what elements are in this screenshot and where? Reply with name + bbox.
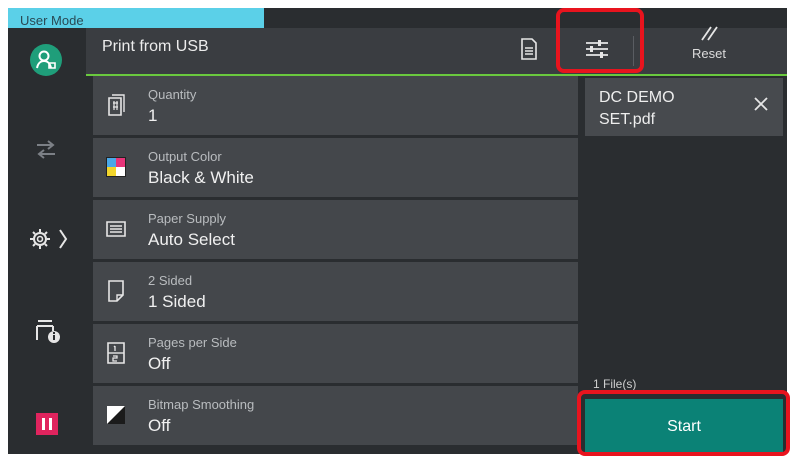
page-title: Print from USB bbox=[102, 38, 209, 55]
quantity-icon bbox=[105, 94, 127, 116]
stop-button[interactable] bbox=[34, 411, 60, 437]
user-icon bbox=[30, 44, 62, 76]
highlight-start-button bbox=[577, 390, 790, 456]
remove-file-button[interactable] bbox=[747, 90, 775, 118]
document-icon bbox=[521, 38, 537, 60]
setting-label: Pages per Side bbox=[148, 335, 237, 350]
setting-label: Output Color bbox=[148, 149, 222, 164]
printer-info-button[interactable] bbox=[30, 314, 66, 348]
setting-value: Off bbox=[148, 416, 171, 435]
device-screen: User Mode Print from USB Reset Quantity … bbox=[8, 8, 787, 454]
setting-label: Paper Supply bbox=[148, 211, 227, 226]
selected-file-card[interactable]: DC DEMO SET.pdf bbox=[585, 78, 783, 136]
preview-document-button[interactable] bbox=[514, 34, 544, 64]
close-icon bbox=[754, 97, 768, 111]
setting-row-pages-per-side[interactable]: Pages per Side Off bbox=[93, 324, 578, 383]
reset-label: Reset bbox=[692, 46, 726, 61]
setting-row-output-color[interactable]: Output Color Black & White bbox=[93, 138, 578, 197]
two-sided-icon bbox=[105, 280, 127, 302]
user-button[interactable] bbox=[28, 42, 64, 78]
stop-icon bbox=[36, 413, 58, 435]
bitmap-smoothing-icon bbox=[105, 404, 127, 426]
user-mode-label: User Mode bbox=[20, 13, 84, 28]
setting-label: Quantity bbox=[148, 87, 197, 102]
setting-value: Off bbox=[148, 354, 171, 373]
printer-info-icon bbox=[36, 320, 60, 343]
setting-value: Auto Select bbox=[148, 230, 235, 249]
job-flow-button[interactable] bbox=[30, 134, 62, 166]
setting-row-two-sided[interactable]: 2 Sided 1 Sided bbox=[93, 262, 578, 321]
setting-row-bitmap-smoothing[interactable]: Bitmap Smoothing Off bbox=[93, 386, 578, 445]
device-settings-icon bbox=[30, 229, 68, 249]
output-color-icon bbox=[105, 156, 127, 178]
file-name: DC DEMO SET.pdf bbox=[599, 89, 675, 128]
setting-value: Black & White bbox=[148, 168, 254, 187]
setting-label: 2 Sided bbox=[148, 273, 193, 288]
pages-per-side-icon bbox=[105, 342, 127, 364]
print-settings-list: Quantity 1 Output Color Black & White Pa… bbox=[93, 76, 578, 445]
reset-icon bbox=[701, 26, 718, 41]
paper-supply-icon bbox=[105, 218, 127, 240]
setting-row-paper-supply[interactable]: Paper Supply Auto Select bbox=[93, 200, 578, 259]
highlight-settings-button bbox=[556, 8, 644, 73]
setting-value: 1 bbox=[148, 106, 158, 125]
setting-row-quantity[interactable]: Quantity 1 bbox=[93, 76, 578, 135]
device-settings-button[interactable] bbox=[28, 222, 74, 256]
file-count: 1 File(s) bbox=[593, 377, 637, 391]
job-flow-icon bbox=[37, 140, 55, 159]
left-rail bbox=[8, 28, 86, 454]
setting-label: Bitmap Smoothing bbox=[148, 397, 255, 412]
user-mode-tab: User Mode bbox=[8, 8, 264, 28]
setting-value: 1 Sided bbox=[148, 292, 206, 311]
